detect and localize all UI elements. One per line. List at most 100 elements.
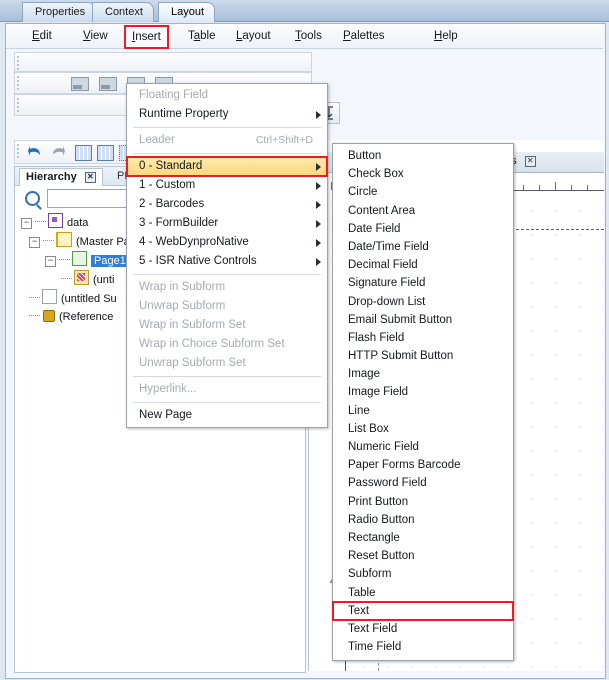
submenuitem-decimal-field[interactable]: Decimal Field bbox=[333, 256, 513, 274]
submenuitem-email-submit-button[interactable]: Email Submit Button bbox=[333, 311, 513, 329]
submenuitem-rectangle-label: Rectangle bbox=[348, 531, 400, 544]
menuitem-hyperlink-label: Hyperlink... bbox=[139, 383, 197, 395]
forward-arrow-icon[interactable] bbox=[49, 144, 66, 159]
menuitem-isr-native-controls[interactable]: 5 - ISR Native Controls bbox=[127, 252, 327, 271]
menu-help[interactable]: Help bbox=[430, 27, 462, 45]
submenuitem-table[interactable]: Table bbox=[333, 584, 513, 602]
submenuitem-line[interactable]: Line bbox=[333, 402, 513, 420]
tree-label-data: data bbox=[67, 217, 89, 229]
submenuitem-drop-down-list[interactable]: Drop-down List bbox=[333, 293, 513, 311]
submenuitem-date-time-field-label: Date/Time Field bbox=[348, 240, 429, 253]
submenuitem-image-field[interactable]: Image Field bbox=[333, 383, 513, 401]
submenuitem-text-field[interactable]: Text Field bbox=[333, 620, 513, 638]
submenuitem-time-field[interactable]: Time Field bbox=[333, 638, 513, 656]
tree-label-untitled-field: (unti bbox=[93, 274, 115, 286]
submenuitem-circle-label: Circle bbox=[348, 186, 378, 199]
submenuitem-subform-label: Subform bbox=[348, 568, 392, 581]
submenuitem-flash-field[interactable]: Flash Field bbox=[333, 329, 513, 347]
menu-palettes[interactable]: Palettes bbox=[339, 27, 389, 45]
standard-objects-submenu: Button Check Box Circle Content Area Dat… bbox=[332, 143, 514, 662]
submenuitem-button[interactable]: Button bbox=[333, 147, 513, 165]
menuitem-custom[interactable]: 1 - Custom bbox=[127, 176, 327, 195]
submenuitem-check-box[interactable]: Check Box bbox=[333, 165, 513, 183]
menu-insert[interactable]: Insert bbox=[124, 25, 169, 49]
expand-toggle-icon[interactable]: − bbox=[29, 237, 40, 248]
submenuitem-date-field[interactable]: Date Field bbox=[333, 220, 513, 238]
submenuitem-print-button[interactable]: Print Button bbox=[333, 493, 513, 511]
menuitem-formbuilder[interactable]: 3 - FormBuilder bbox=[127, 214, 327, 233]
menu-separator bbox=[133, 376, 321, 377]
menu-tools[interactable]: Tools bbox=[291, 27, 326, 45]
menuitem-wrap-in-choice-subform-set-label: Wrap in Choice Subform Set bbox=[139, 338, 285, 350]
submenuitem-image[interactable]: Image bbox=[333, 365, 513, 383]
snap-to-grid-icon[interactable] bbox=[97, 145, 114, 161]
align-left-icon[interactable] bbox=[71, 77, 89, 91]
expand-toggle-icon[interactable]: − bbox=[21, 218, 32, 229]
submenuitem-signature-field[interactable]: Signature Field bbox=[333, 274, 513, 292]
menuitem-hyperlink[interactable]: Hyperlink... bbox=[127, 380, 327, 399]
submenuitem-content-area-label: Content Area bbox=[348, 204, 416, 217]
menu-view[interactable]: View bbox=[79, 27, 112, 45]
menu-edit[interactable]: Edit bbox=[28, 27, 56, 45]
tab-context[interactable]: Context bbox=[92, 2, 154, 22]
submenuitem-date-time-field[interactable]: Date/Time Field bbox=[333, 238, 513, 256]
menu-palettes-label: alettes bbox=[350, 30, 385, 42]
toolbar-gripper-icon[interactable] bbox=[17, 144, 20, 158]
chevron-right-icon bbox=[316, 258, 321, 266]
menuitem-runtime-property[interactable]: Runtime Property bbox=[127, 105, 327, 124]
toolbar-gripper-icon[interactable] bbox=[17, 76, 20, 90]
submenuitem-numeric-field[interactable]: Numeric Field bbox=[333, 438, 513, 456]
submenuitem-image-field-label: Image Field bbox=[348, 386, 409, 399]
menuitem-new-page[interactable]: New Page bbox=[127, 406, 327, 425]
tab-properties[interactable]: Properties bbox=[22, 2, 97, 22]
panel-tab-hierarchy[interactable]: Hierarchy ✕ bbox=[19, 168, 103, 186]
submenuitem-subform[interactable]: Subform bbox=[333, 565, 513, 583]
tab-layout[interactable]: Layout bbox=[158, 2, 216, 22]
menu-layout[interactable]: Layout bbox=[232, 27, 275, 45]
close-icon[interactable]: ✕ bbox=[84, 172, 96, 183]
search-icon[interactable] bbox=[25, 191, 40, 206]
menuitem-wrap-in-choice-subform-set[interactable]: Wrap in Choice Subform Set bbox=[127, 335, 327, 354]
back-arrow-icon[interactable] bbox=[27, 144, 44, 159]
menu-table[interactable]: Table bbox=[184, 27, 220, 45]
menuitem-barcodes[interactable]: 2 - Barcodes bbox=[127, 195, 327, 214]
toolbar-gripper-icon[interactable] bbox=[17, 56, 20, 70]
menuitem-wrap-in-subform[interactable]: Wrap in Subform bbox=[127, 278, 327, 297]
submenuitem-list-box-label: List Box bbox=[348, 422, 389, 435]
menuitem-wrap-in-subform-set[interactable]: Wrap in Subform Set bbox=[127, 316, 327, 335]
submenuitem-radio-button-label: Radio Button bbox=[348, 513, 415, 526]
submenuitem-password-field[interactable]: Password Field bbox=[333, 474, 513, 492]
submenuitem-rectangle[interactable]: Rectangle bbox=[333, 529, 513, 547]
menuitem-wrap-in-subform-label: Wrap in Subform bbox=[139, 281, 226, 293]
menuitem-standard[interactable]: 0 - Standard bbox=[126, 156, 328, 177]
submenuitem-text-field-label: Text Field bbox=[348, 622, 398, 635]
reference-icon bbox=[42, 309, 55, 322]
submenuitem-http-submit-button[interactable]: HTTP Submit Button bbox=[333, 347, 513, 365]
menuitem-unwrap-subform-label: Unwrap Subform bbox=[139, 300, 226, 312]
submenuitem-circle[interactable]: Circle bbox=[333, 183, 513, 201]
submenuitem-list-box[interactable]: List Box bbox=[333, 420, 513, 438]
toolbar-row-1[interactable] bbox=[14, 52, 312, 72]
submenuitem-paper-forms-barcode[interactable]: Paper Forms Barcode bbox=[333, 456, 513, 474]
submenuitem-content-area[interactable]: Content Area bbox=[333, 202, 513, 220]
menu-layout-label: ayout bbox=[242, 30, 271, 42]
menuitem-unwrap-subform-set[interactable]: Unwrap Subform Set bbox=[127, 354, 327, 373]
expand-toggle-icon[interactable]: − bbox=[45, 256, 56, 267]
menuitem-leader[interactable]: Leader Ctrl+Shift+D bbox=[127, 131, 327, 150]
submenuitem-text[interactable]: Text bbox=[332, 600, 514, 621]
field-icon bbox=[74, 270, 89, 285]
menuitem-floating-field[interactable]: Floating Field bbox=[127, 86, 327, 105]
toolbar-gripper-icon[interactable] bbox=[17, 98, 20, 112]
application-window: Properties Context Layout Edit View Inse… bbox=[0, 0, 609, 680]
designer-window: Edit View Insert Table Layout Tools Pale… bbox=[5, 23, 606, 679]
submenuitem-radio-button[interactable]: Radio Button bbox=[333, 511, 513, 529]
align-right-icon[interactable] bbox=[99, 77, 117, 91]
submenuitem-reset-button[interactable]: Reset Button bbox=[333, 547, 513, 565]
insert-dropdown-menu: Floating Field Runtime Property Leader C… bbox=[126, 83, 328, 428]
show-grid-icon[interactable] bbox=[75, 145, 92, 161]
menuitem-webdynpronative[interactable]: 4 - WebDynproNative bbox=[127, 233, 327, 252]
close-icon[interactable]: ✕ bbox=[524, 156, 536, 167]
menuitem-unwrap-subform[interactable]: Unwrap Subform bbox=[127, 297, 327, 316]
menu-bar: Edit View Insert Table Layout Tools Pale… bbox=[6, 24, 603, 49]
chevron-right-icon bbox=[316, 111, 321, 119]
